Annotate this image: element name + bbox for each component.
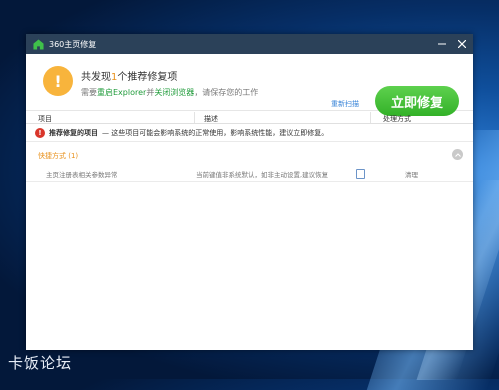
document-icon[interactable] (356, 169, 365, 179)
restart-explorer-text: 重启Explorer (97, 88, 147, 97)
row-item: 主页注册表相关参数异常 (46, 171, 118, 179)
scan-summary: ! 共发现1个推荐修复项 需要重启Explorer并关闭浏览器，请保存您的工作 … (26, 54, 473, 116)
row-action[interactable]: 清理 (405, 169, 418, 179)
alert-icon: ! (35, 128, 45, 138)
column-item: 项目 (38, 115, 52, 123)
rescan-link[interactable]: 重新扫描 (331, 99, 359, 109)
summary-heading: 共发现1个推荐修复项 (81, 72, 178, 83)
table-header: 项目 描述 处理方式 (26, 112, 473, 124)
main-window: 360主页修复 ! 共发现1个推荐修复项 需要重启Explorer并关闭浏览器，… (26, 34, 473, 350)
recommend-banner: ! 推荐修复的项目 — 这些项目可能会影响系统的正常使用，影响系统性能，建议立即… (26, 125, 473, 142)
warning-icon: ! (39, 62, 77, 100)
window-title: 360主页修复 (49, 39, 97, 49)
app-logo-icon (33, 38, 44, 50)
titlebar: 360主页修复 (26, 34, 473, 54)
row-description: 当前键值非系统默认，如非主动设置,建议恢复 (196, 171, 329, 179)
close-icon (458, 40, 466, 48)
recommend-description: — 这些项目可能会影响系统的正常使用，影响系统性能，建议立即修复。 (102, 129, 329, 137)
close-browser-text: 关闭浏览器 (154, 88, 195, 97)
group-title: 快捷方式 (1) (38, 152, 79, 160)
watermark: 卡饭论坛 (8, 354, 73, 372)
column-description: 描述 (204, 115, 218, 123)
column-action: 处理方式 (383, 115, 411, 123)
recommend-label: 推荐修复的项目 (49, 129, 98, 137)
close-button[interactable] (453, 34, 471, 54)
minimize-button[interactable] (433, 34, 451, 54)
collapse-icon[interactable] (452, 149, 463, 160)
group-header[interactable]: 快捷方式 (1) (26, 147, 473, 163)
minimize-icon (438, 43, 446, 45)
table-row[interactable]: 主页注册表相关参数异常 当前键值非系统默认，如非主动设置,建议恢复 清理 (26, 165, 473, 182)
summary-hint: 需要重启Explorer并关闭浏览器，请保存您的工作 (81, 88, 259, 97)
